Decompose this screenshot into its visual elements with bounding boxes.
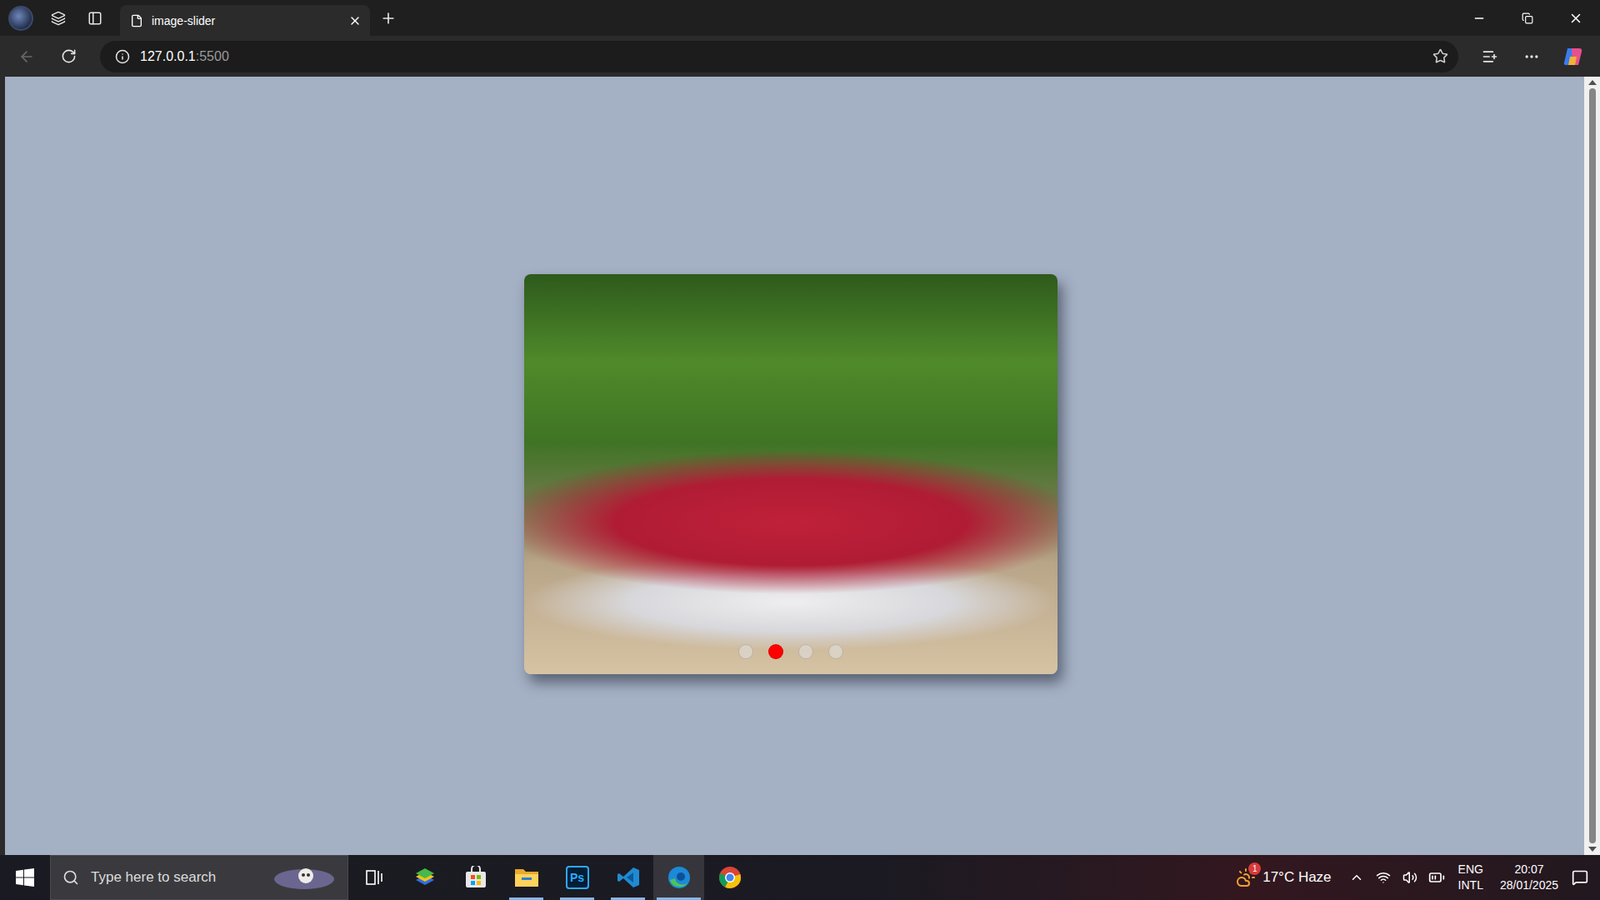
scroll-thumb[interactable] [1589, 88, 1596, 844]
page-icon [130, 14, 144, 28]
slider-dot[interactable] [828, 644, 844, 660]
slider-dots [524, 644, 1058, 660]
slide-photo [524, 274, 1058, 675]
close-tab-icon[interactable] [348, 14, 362, 28]
store-icon [464, 865, 488, 890]
slider-dot[interactable] [738, 644, 754, 660]
browser-tab[interactable]: image-slider [120, 5, 370, 36]
taskbar-app[interactable] [653, 855, 705, 900]
weather-badge: 1 [1248, 862, 1261, 875]
tab-actions-icon[interactable] [76, 3, 114, 34]
browser-title-bar: image-slider [0, 0, 1600, 36]
taskbar-app[interactable] [399, 855, 450, 900]
search-placeholder: Type here to search [90, 869, 260, 886]
more-icon[interactable] [1513, 41, 1550, 72]
language-text: ENG [1458, 861, 1484, 878]
search-highlight-icon [270, 860, 338, 895]
slider-dot[interactable] [798, 644, 814, 660]
address-port: :5500 [195, 49, 230, 65]
reload-icon[interactable] [50, 41, 87, 72]
task-view-icon [365, 868, 384, 887]
taskbar-app[interactable]: Ps [551, 855, 603, 900]
photoshop-icon: Ps [565, 865, 590, 890]
scroll-down-icon[interactable] [1588, 846, 1597, 852]
battery-icon[interactable] [1423, 869, 1450, 886]
scrollbar[interactable] [1584, 76, 1600, 855]
copilot-icon[interactable] [1555, 41, 1592, 72]
clock-date: 28/01/2025 [1500, 877, 1559, 894]
show-hidden-icon[interactable] [1343, 870, 1370, 885]
taskbar-app[interactable] [704, 855, 755, 900]
scroll-up-icon[interactable] [1588, 80, 1597, 85]
site-info-icon[interactable] [115, 49, 130, 65]
taskbar-app[interactable] [602, 855, 654, 900]
wifi-icon[interactable] [1370, 870, 1397, 885]
volume-icon[interactable] [1396, 870, 1424, 885]
taskbar-search[interactable]: Type here to search [50, 855, 349, 900]
language-indicator[interactable]: ENGINTL [1450, 861, 1492, 894]
back-arrow-icon[interactable] [8, 41, 45, 72]
edge-icon [666, 865, 692, 890]
address-field[interactable]: 127.0.0.1:5500 [100, 40, 1459, 73]
restore-icon[interactable] [1503, 0, 1552, 36]
slider-dot[interactable] [768, 644, 784, 660]
task-view-button[interactable] [348, 855, 400, 900]
image-slider[interactable] [524, 274, 1058, 675]
start-button[interactable] [0, 855, 50, 900]
tab-title: image-slider [151, 14, 340, 28]
address-row: 127.0.0.1:5500 [0, 35, 1600, 77]
windows-logo-icon [15, 868, 35, 887]
favorite-star-icon[interactable] [1432, 48, 1449, 65]
explorer-icon [514, 866, 540, 889]
system-tray: 117°C HazeENGINTL20:0728/01/2025 [1224, 855, 1600, 900]
desktop-screen: image-slider 127.0.0.1:5500 Type here to s… [0, 0, 1600, 900]
language-text: INTL [1458, 877, 1484, 894]
profile-avatar-icon[interactable] [8, 5, 34, 31]
clock[interactable]: 20:0728/01/2025 [1491, 861, 1567, 894]
taskbar-app[interactable] [500, 855, 552, 900]
close-window-icon[interactable] [1551, 0, 1600, 36]
address-host: 127.0.0.1 [140, 49, 196, 65]
notifications-icon[interactable] [1566, 869, 1594, 886]
vscode-icon [616, 865, 640, 890]
search-icon [62, 869, 80, 886]
running-indicator [656, 897, 701, 900]
clock-time: 20:07 [1514, 861, 1544, 878]
new-tab-icon[interactable] [370, 3, 407, 34]
favorites-icon[interactable] [1471, 41, 1509, 72]
weather-widget[interactable]: 117°C Haze [1224, 867, 1343, 888]
weather-reading: 17°C Haze [1262, 869, 1331, 886]
chrome-icon [718, 865, 742, 890]
running-indicator [610, 897, 645, 900]
taskbar-app[interactable] [450, 855, 501, 900]
bluestacks-icon [412, 865, 438, 890]
taskbar: Type here to searchPs117°C HazeENGINTL20… [0, 855, 1600, 900]
page-content [5, 76, 1585, 855]
minimize-icon[interactable] [1455, 0, 1504, 36]
running-indicator [560, 897, 595, 900]
running-indicator [509, 897, 544, 900]
workspaces-icon[interactable] [40, 3, 77, 34]
